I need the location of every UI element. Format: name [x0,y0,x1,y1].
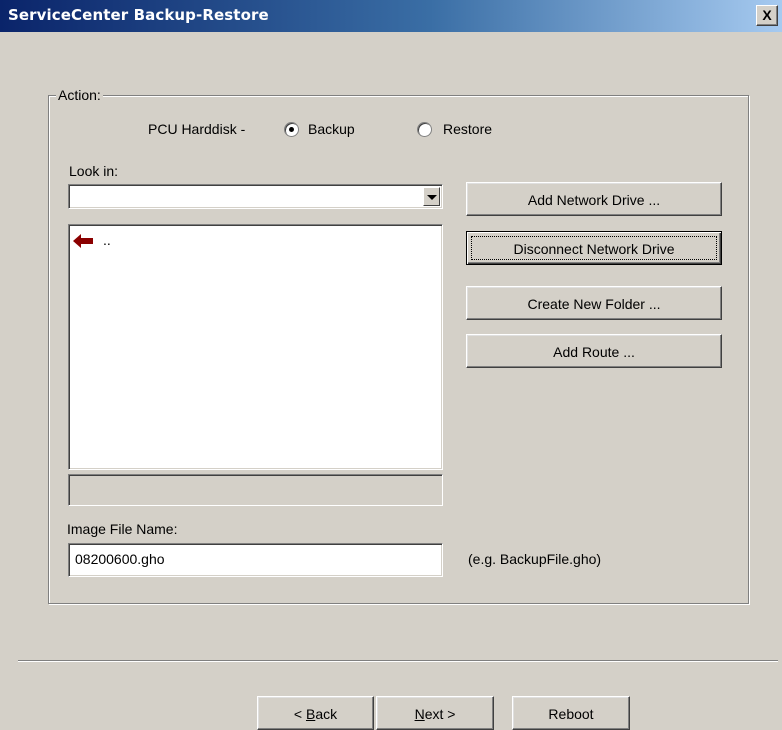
disconnect-network-drive-label: Disconnect Network Drive [513,241,675,257]
disconnect-network-drive-button[interactable]: Disconnect Network Drive [466,231,722,265]
add-network-drive-label: Add Network Drive ... [527,192,661,208]
close-button[interactable]: X [756,5,778,26]
close-icon: X [762,7,772,23]
image-file-name-input[interactable]: 08200600.gho [68,543,443,577]
dropdown-button[interactable] [423,187,440,206]
add-network-drive-button[interactable]: Add Network Drive ... [466,182,722,216]
back-button-label: < Back [293,706,338,722]
separator-highlight [18,661,778,662]
backup-radio-label[interactable]: Backup [308,121,355,137]
add-route-label: Add Route ... [553,344,635,360]
create-new-folder-label: Create New Folder ... [527,296,661,312]
chevron-down-icon [427,195,437,200]
next-button-label: Next > [414,706,456,722]
look-in-label: Look in: [69,163,119,179]
backup-radio[interactable] [284,122,299,137]
look-in-dropdown[interactable] [68,184,443,209]
add-route-button[interactable]: Add Route ... [466,334,722,368]
action-group-caption: Action: [56,87,103,103]
window-title: ServiceCenter Backup-Restore [8,6,269,24]
back-arrow-icon [73,234,93,248]
image-file-name-value: 08200600.gho [75,551,165,567]
restore-radio-label[interactable]: Restore [443,121,492,137]
list-item-label: .. [103,232,111,248]
path-display [68,474,443,506]
image-file-name-label: Image File Name: [67,521,178,537]
create-new-folder-button[interactable]: Create New Folder ... [466,286,722,320]
source-label: PCU Harddisk - [148,121,246,137]
list-item[interactable]: .. [73,232,133,248]
restore-radio[interactable] [417,122,432,137]
reboot-button-label: Reboot [548,706,594,722]
image-file-hint: (e.g. BackupFile.gho) [468,551,602,567]
radio-selected-dot [289,127,294,132]
folder-list[interactable]: .. [68,224,443,470]
